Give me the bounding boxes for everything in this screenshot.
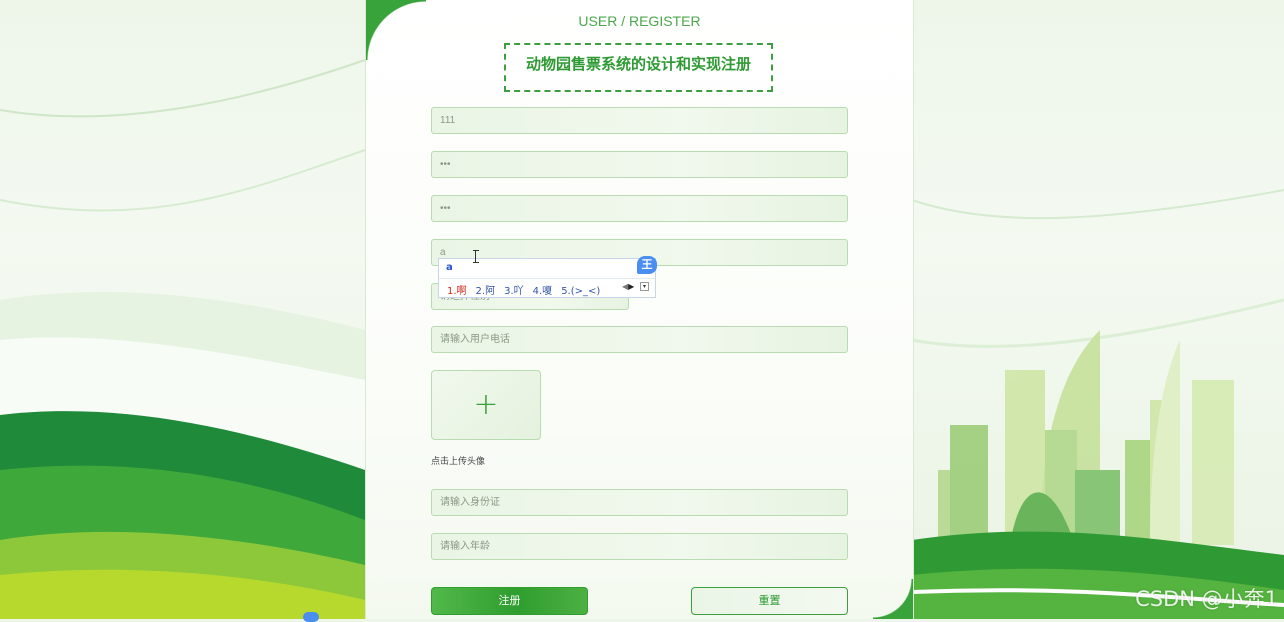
ime-candidate[interactable]: 4.嗄: [533, 286, 553, 297]
password-input[interactable]: •••: [431, 151, 848, 178]
account-input[interactable]: 111: [431, 107, 848, 134]
panel-corner-decoration: [366, 0, 426, 60]
ime-page-arrows-icon[interactable]: ◀▶: [622, 282, 634, 291]
page-subtitle: USER / REGISTER: [578, 13, 701, 29]
register-panel: USER / REGISTER 动物园售票系统的设计和实现注册 111 ••• …: [365, 0, 914, 619]
avatar-upload-button[interactable]: +: [431, 370, 541, 440]
confirm-password-input[interactable]: •••: [431, 195, 848, 222]
ime-candidate-list: 1.啊 2.阿 3.吖 4.嗄 5.(>_<): [447, 282, 609, 297]
ime-candidate[interactable]: 1.啊: [447, 286, 467, 297]
age-input[interactable]: 请输入年龄: [431, 533, 848, 560]
register-button[interactable]: 注册: [431, 587, 588, 615]
phone-input[interactable]: 请输入用户电话: [431, 326, 848, 353]
upload-avatar-label: 点击上传头像: [431, 457, 486, 467]
title-box: 动物园售票系统的设计和实现注册: [504, 43, 773, 92]
ime-divider: [439, 278, 655, 279]
ime-candidate[interactable]: 2.阿: [476, 286, 496, 297]
ime-expand-icon[interactable]: ▾: [640, 282, 649, 291]
ime-tray-icon: [303, 612, 319, 622]
ime-composition-text: a: [446, 262, 453, 273]
text-cursor-icon: [473, 250, 482, 263]
ime-candidate[interactable]: 3.吖: [504, 286, 524, 297]
panel-corner-decoration: [873, 579, 913, 619]
reset-button[interactable]: 重置: [691, 587, 848, 615]
plus-icon: +: [473, 387, 499, 422]
ime-logo-icon: 王: [637, 256, 657, 274]
watermark: CSDN @小奔1: [1135, 587, 1278, 611]
idcard-input[interactable]: 请输入身份证: [431, 489, 848, 516]
ime-candidate[interactable]: 5.(>_<): [561, 286, 600, 297]
ime-candidate-window: a 1.啊 2.阿 3.吖 4.嗄 5.(>_<): [438, 258, 656, 298]
page-title: 动物园售票系统的设计和实现注册: [525, 55, 751, 73]
